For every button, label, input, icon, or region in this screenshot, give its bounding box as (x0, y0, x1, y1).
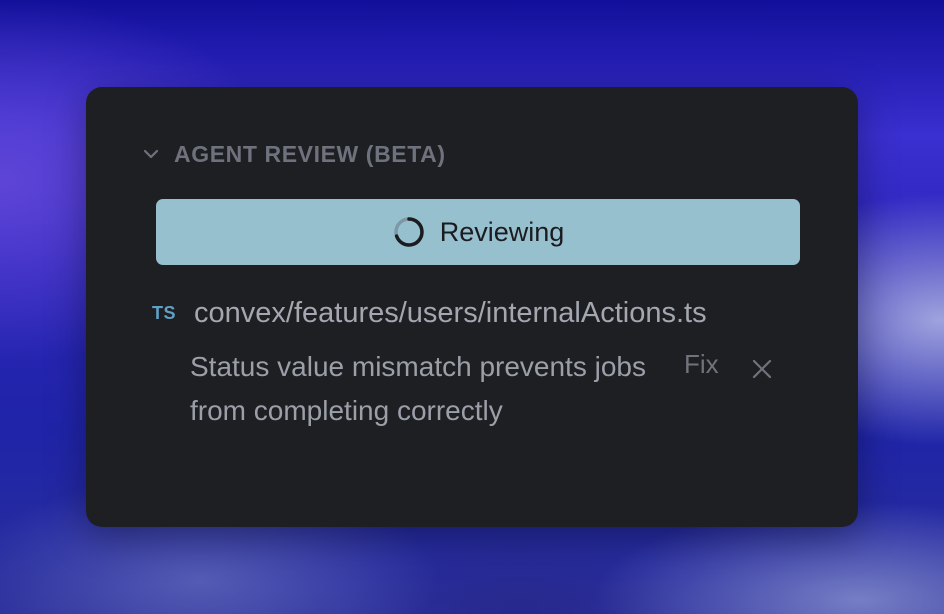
agent-review-panel: AGENT REVIEW (BETA) Reviewing TS convex/… (86, 87, 858, 527)
chevron-down-icon[interactable] (142, 145, 160, 163)
typescript-file-icon: TS (152, 302, 177, 323)
fix-button[interactable]: Fix (684, 349, 719, 380)
reviewing-label: Reviewing (439, 216, 565, 247)
file-entry[interactable]: TS convex/features/users/internalActions… (152, 293, 707, 333)
close-icon[interactable] (750, 357, 774, 381)
file-path: convex/features/users/internalActions.ts (194, 296, 707, 329)
section-header-toggle[interactable]: AGENT REVIEW (BETA) (142, 139, 446, 169)
section-title: AGENT REVIEW (BETA) (174, 140, 446, 167)
reviewing-status-button[interactable]: Reviewing (156, 199, 800, 265)
issue-message: Status value mismatch prevents jobs from… (190, 351, 646, 426)
spinner-icon (392, 215, 426, 249)
